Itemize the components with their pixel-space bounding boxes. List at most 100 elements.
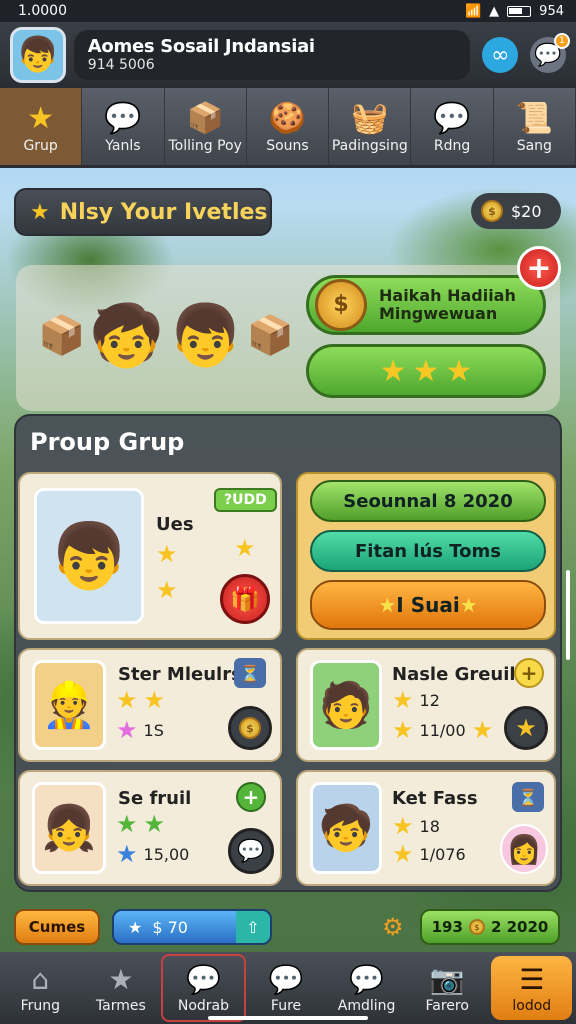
bottom-nav: ⌂ Frung ★ Tarmes 💬 Nodrab 💬 Fure 💬 Amdli… — [0, 952, 576, 1024]
coin-icon: $ — [315, 279, 367, 331]
coin-balance[interactable]: $ $20 — [471, 193, 561, 229]
star-icon: ★ — [156, 576, 178, 604]
nav-lodod[interactable]: ☰ lodod — [491, 956, 573, 1020]
tab-grup[interactable]: ★ Grup — [0, 88, 83, 165]
coin-amount: $20 — [511, 201, 542, 221]
value-row: ★ 15,00 — [116, 842, 189, 866]
avatar[interactable]: 👦 — [10, 27, 66, 83]
info-button[interactable]: ⏳ — [512, 782, 544, 812]
member-card[interactable]: 🧑 Nasle Greuile ★ 12 ★ 11/00 ★ + ★ — [296, 648, 556, 762]
coin-icon: $ — [481, 200, 503, 222]
chat-button[interactable]: 💬 — [228, 828, 274, 874]
signal-icon: ▲ — [489, 3, 500, 19]
link-button[interactable]: ∞ — [482, 37, 519, 73]
stars-button[interactable]: ★ ★ ★ — [306, 344, 546, 398]
member-name: Ket Fass — [392, 788, 478, 809]
camera-icon: 📷 — [429, 963, 465, 996]
tab-padingsing[interactable]: 🧺 Padingsing — [329, 88, 412, 165]
tab-rdng[interactable]: 💬 Rdng — [411, 88, 494, 165]
season-button[interactable]: Seounnal 8 2020 — [310, 480, 546, 522]
star-icon: ★ — [445, 353, 473, 389]
star-icon: ★ — [128, 917, 143, 937]
member-value: 1/076 — [419, 844, 466, 864]
star-icon: ★ — [108, 963, 134, 996]
member-card[interactable]: 🧒 Ket Fass ★ 18 ★ 1/076 ⏳ 👩 — [296, 770, 556, 886]
link-icon: ∞ — [491, 42, 510, 68]
nav-nodrab[interactable]: 💬 Nodrab — [161, 954, 246, 1022]
member-portrait: 👦 — [34, 488, 144, 624]
info-button[interactable]: ⏳ — [234, 658, 266, 688]
chat-bubble-icon: 💬 — [104, 100, 142, 136]
gear-icon[interactable]: ⚙ — [382, 913, 412, 943]
star-progress[interactable]: ★ $ 70 ⇧ — [112, 909, 272, 945]
value-row: ★ 1/076 — [392, 842, 466, 866]
home-indicator[interactable] — [208, 1016, 368, 1020]
star-button[interactable]: ★ — [504, 706, 548, 750]
tab-tolling-poy[interactable]: 📦 Tolling Poy — [165, 88, 247, 165]
star-icon: ★ — [30, 199, 50, 225]
star-icon: ★ — [515, 714, 537, 742]
group-title: Proup Grup — [30, 428, 185, 456]
gift-crate-icon: 📦 — [37, 312, 86, 357]
star-icon: ★ — [459, 593, 478, 617]
plus-icon: + — [520, 661, 538, 685]
boy-icon: 👦 — [168, 300, 243, 371]
nav-farero[interactable]: 📷 Farero — [407, 952, 488, 1024]
season-button-label: Seounnal 8 2020 — [343, 490, 513, 512]
kids-group-icon: 🧒 — [89, 300, 164, 371]
main-member-card[interactable]: 👦 Ues ?UDD ★ ★ ★ 🎁 — [18, 472, 282, 640]
star-icon: ★ — [116, 810, 138, 838]
section-title: ★ Nlsy Your Ivetles — [14, 188, 272, 236]
tab-sang[interactable]: 📜 Sang — [494, 88, 576, 165]
chat-button[interactable]: 💬 1 — [530, 33, 571, 73]
weekly-reward-button[interactable]: $ Haikah Hadiiah Mingwewuan — [306, 275, 546, 335]
menu-icon: ☰ — [519, 963, 545, 996]
tab-souns[interactable]: 🍪 Souns — [247, 88, 330, 165]
member-card[interactable]: 👷 Ster Mleulrs ★ ★ ★ 1S ⏳ $ — [18, 648, 282, 762]
hourglass-icon: ⏳ — [518, 787, 538, 807]
games-button[interactable]: Cumes — [14, 909, 100, 945]
nav-frung[interactable]: ⌂ Frung — [0, 952, 81, 1024]
nav-tarmes[interactable]: ★ Tarmes — [81, 952, 162, 1024]
star-icon: ★ — [379, 353, 407, 389]
team-button[interactable]: Fitan lús Toms — [310, 530, 546, 572]
coin-button[interactable]: $ — [228, 706, 272, 750]
star-icon: ★ — [143, 686, 166, 714]
star-icon: ★ — [234, 534, 256, 562]
currency-value: 193 — [431, 918, 463, 936]
battery-value: 954 — [539, 3, 564, 19]
star-icon: ★ — [392, 840, 414, 868]
gift-button[interactable]: 🎁 — [220, 574, 270, 624]
scrollbar[interactable] — [566, 570, 570, 660]
profile-box[interactable]: Aomes Sosail Jndansiai 914 5006 — [73, 30, 471, 80]
add-member-button[interactable]: + — [236, 782, 266, 812]
value-row: ★ 1S — [116, 718, 164, 742]
member-card[interactable]: 👧 Se fruil ★ ★ ★ 15,00 + 💬 — [18, 770, 282, 886]
upgrade-icon[interactable]: ⇧ — [236, 911, 270, 943]
star-icon: ★ — [116, 840, 138, 868]
add-member-button[interactable]: + — [514, 658, 544, 688]
star-row: ★ ★ — [116, 812, 165, 836]
member-name: Ster Mleulrs — [118, 664, 242, 685]
profile-id: 914 5006 — [87, 57, 155, 73]
profile-name: Aomes Sosail Jndansiai — [87, 36, 315, 57]
nav-label: Tarmes — [95, 998, 146, 1014]
member-badge: ?UDD — [214, 488, 277, 512]
value-row: ★ 12 — [392, 688, 440, 712]
actions-column: Seounnal 8 2020 Fitan lús Toms ★ I Suai … — [296, 472, 556, 640]
helper-portrait: 👩 — [500, 824, 548, 874]
resource-strip: Cumes ★ $ 70 ⇧ ⚙ 193 $ 2 2020 — [0, 905, 576, 949]
chat-bubble-icon: 💬 — [433, 100, 471, 136]
value-row: ★ 18 — [392, 814, 440, 838]
star-icon: ★ — [412, 353, 440, 389]
currency-balance[interactable]: 193 $ 2 2020 — [420, 909, 560, 945]
tab-yanls[interactable]: 💬 Yanls — [82, 88, 165, 165]
characters-illustration: 📦 🧒 👦 📦 — [38, 265, 294, 405]
star-icon: ★ — [378, 593, 397, 617]
nav-amdling[interactable]: 💬 Amdling — [326, 952, 407, 1024]
start-button[interactable]: ★ I Suai ★ — [310, 580, 546, 630]
nav-fure[interactable]: 💬 Fure — [246, 952, 327, 1024]
tab-label: Grup — [23, 137, 58, 154]
add-button[interactable]: + — [517, 246, 561, 290]
battery-icon — [507, 5, 532, 17]
